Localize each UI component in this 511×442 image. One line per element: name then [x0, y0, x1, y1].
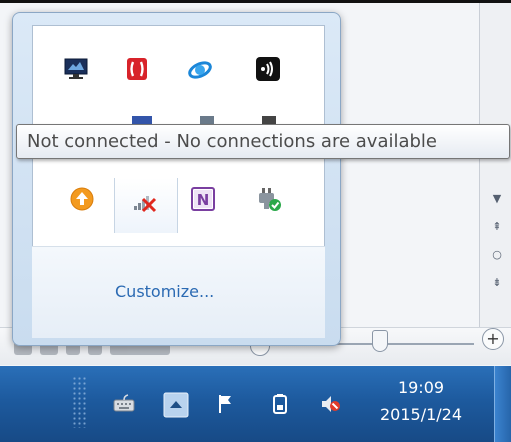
update-icon[interactable]: [69, 186, 95, 212]
zoom-in-button[interactable]: +: [482, 328, 504, 350]
red-app-icon[interactable]: [124, 56, 150, 82]
scroll-down-double-icon[interactable]: ⇟: [488, 274, 506, 292]
show-hidden-icons-arrow[interactable]: [163, 392, 189, 418]
volume-muted-icon[interactable]: [318, 392, 342, 416]
wireless-app-icon[interactable]: [255, 56, 281, 82]
zoom-slider-thumb[interactable]: [372, 330, 388, 352]
network-disconnected-icon[interactable]: [131, 188, 157, 214]
battery-icon[interactable]: [268, 392, 292, 416]
system-clock[interactable]: 19:09 2015/1/24: [360, 374, 482, 436]
action-center-flag-icon[interactable]: [215, 392, 239, 416]
clock-time: 19:09: [397, 378, 445, 397]
taskbar-gripper[interactable]: [72, 376, 86, 428]
scroll-down-arrow-icon[interactable]: ▼: [488, 190, 506, 208]
show-desktop-button[interactable]: [494, 366, 511, 442]
clock-date: 2015/1/24: [379, 405, 463, 424]
scroll-up-double-icon[interactable]: ⇞: [488, 218, 506, 236]
power-check-icon[interactable]: [256, 186, 282, 212]
select-browse-object-icon[interactable]: ○: [488, 246, 506, 264]
keyboard-icon[interactable]: [112, 392, 136, 416]
customize-link[interactable]: Customize...: [115, 282, 214, 301]
onenote-icon[interactable]: N: [190, 186, 216, 212]
network-tooltip: Not connected - No connections are avail…: [16, 124, 510, 159]
monitor-app-icon[interactable]: [63, 56, 89, 82]
ie-app-icon[interactable]: [187, 57, 213, 83]
svg-text:N: N: [197, 191, 210, 209]
